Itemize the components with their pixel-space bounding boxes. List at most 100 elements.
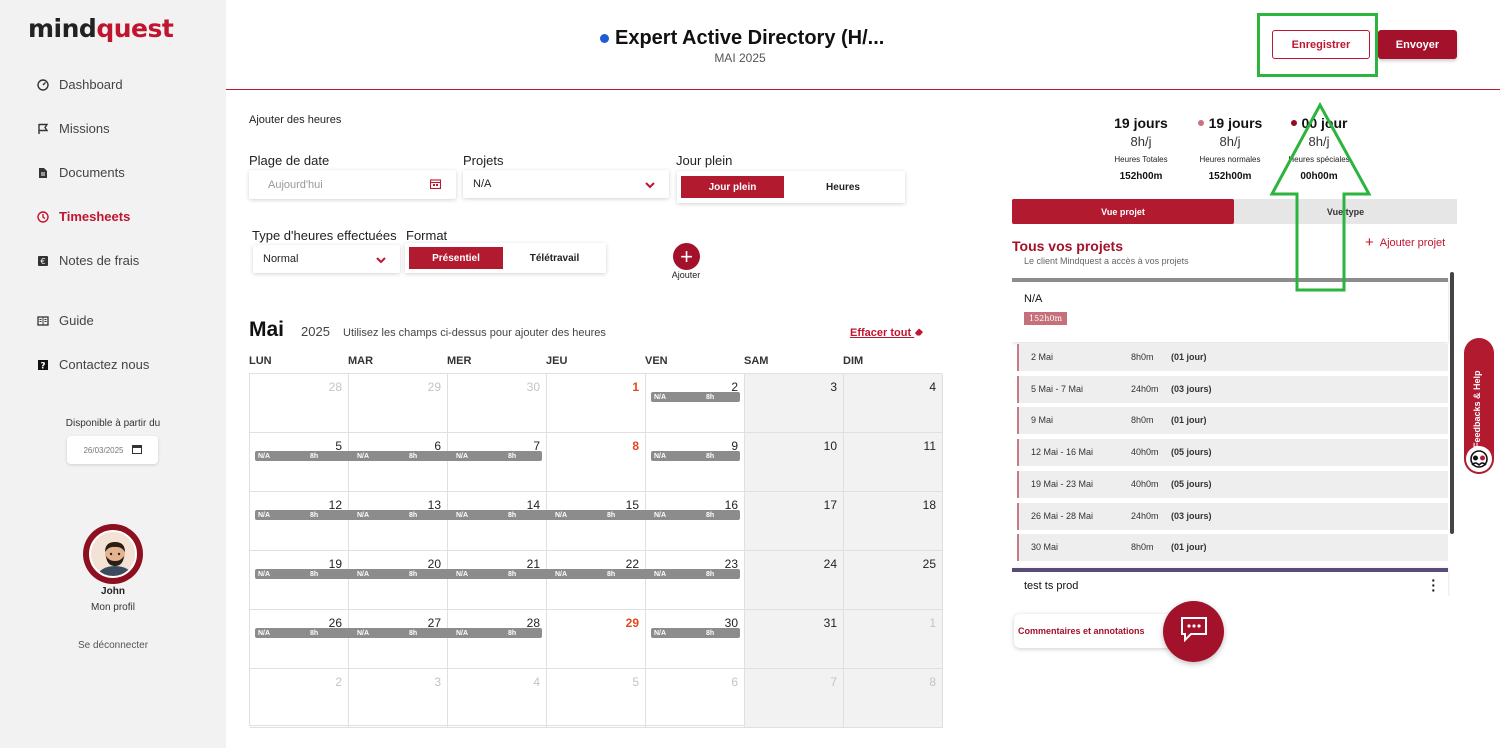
comments-button[interactable]: Commentaires et annotations (1014, 614, 1172, 648)
format-toggle: Présentiel Télétravail (405, 243, 606, 273)
time-entry-bar[interactable]: N/A 8h N/A 8h N/A 8h N/A 8h N/A 8h (255, 569, 740, 579)
eraser-icon (914, 327, 924, 339)
calendar-day-cell[interactable]: 11 (844, 433, 943, 492)
calendar-day-cell[interactable]: 30 (448, 374, 547, 433)
feedback-help-tab[interactable]: Feedbacks & Help (1464, 338, 1494, 474)
calendar-day-cell[interactable]: 31 (745, 610, 844, 669)
period-row[interactable]: 12 Mai - 16 Mai 40h0m (05 jours) (1017, 439, 1448, 467)
entry-project: N/A (258, 511, 271, 519)
time-entry-bar[interactable]: N/A 8h N/A 8h N/A 8h (255, 628, 542, 638)
project-card[interactable]: N/A 152h0m (1012, 278, 1448, 342)
entry-project: N/A (654, 452, 667, 460)
date-range-input[interactable]: Aujourd'hui (249, 170, 456, 199)
view-tabs: Vue projet Vue type (1012, 199, 1457, 224)
sidebar-item-timesheets[interactable]: Timesheets (36, 209, 130, 224)
calendar-day-cell[interactable]: 22 (547, 551, 646, 610)
period-row[interactable]: 19 Mai - 23 Mai 40h0m (05 jours) (1017, 470, 1448, 498)
profile-link[interactable]: Mon profil (0, 602, 226, 613)
entry-project: N/A (258, 629, 271, 637)
calendar-day-cell[interactable]: 24 (745, 551, 844, 610)
clear-all-link[interactable]: Effacer tout (850, 327, 924, 339)
calendar-day-cell[interactable]: 4 (448, 669, 547, 728)
calendar-day-cell[interactable]: 1 (844, 610, 943, 669)
send-button[interactable]: Envoyer (1378, 30, 1457, 59)
calendar-day-cell[interactable]: 3 (745, 374, 844, 433)
calendar-day-cell[interactable]: 21 (448, 551, 547, 610)
hours-type-select[interactable]: Normal (253, 245, 400, 273)
time-entry-bar[interactable]: N/A 8h N/A 8h N/A 8h (255, 451, 542, 461)
time-entry-bar[interactable]: N/A 8h (651, 392, 740, 402)
calendar-day-cell[interactable]: 29 (349, 374, 448, 433)
calendar-day-cell[interactable]: 28 (250, 374, 349, 433)
entry-project: N/A (357, 570, 370, 578)
calendar-day-cell[interactable]: 27 (349, 610, 448, 669)
stat-value: 152h00m (1208, 171, 1252, 182)
sidebar-item-dashboard[interactable]: Dashboard (36, 77, 123, 92)
calendar-day-cell[interactable]: 8 (844, 669, 943, 728)
time-entry-bar[interactable]: N/A 8h (651, 451, 740, 461)
calendar-day-cell[interactable]: 17 (745, 492, 844, 551)
hours-option[interactable]: Heures (788, 176, 898, 198)
calendar-day-cell[interactable]: 8 (547, 433, 646, 492)
calendar-day-cell[interactable]: 19 (250, 551, 349, 610)
calendar-day-cell[interactable]: 28 (448, 610, 547, 669)
calendar-day-cell[interactable]: 5 (250, 433, 349, 492)
full-day-option[interactable]: Jour plein (681, 176, 784, 198)
period-range: 12 Mai - 16 Mai (1031, 447, 1094, 458)
calendar-day-cell[interactable]: 26 (250, 610, 349, 669)
calendar-day-cell[interactable]: 6 (349, 433, 448, 492)
calendar-day-cell[interactable]: 9 (646, 433, 745, 492)
time-entry-bar[interactable]: N/A 8h (651, 628, 740, 638)
day-number: 8 (632, 439, 639, 453)
calendar-day-cell[interactable]: 25 (844, 551, 943, 610)
availability-date-field[interactable]: 26/03/2025 (67, 436, 158, 464)
calendar-day-cell[interactable]: 2 (250, 669, 349, 728)
logout-link[interactable]: Se déconnecter (0, 640, 226, 651)
onsite-option[interactable]: Présentiel (409, 247, 503, 269)
calendar-day-cell[interactable]: 10 (745, 433, 844, 492)
sidebar-item-contact[interactable]: ? Contactez nous (36, 357, 149, 372)
period-range: 9 Mai (1031, 415, 1054, 426)
sidebar-item-guide[interactable]: Guide (36, 313, 94, 328)
calendar-day-cell[interactable]: 15 (547, 492, 646, 551)
calendar-day-cell[interactable]: 20 (349, 551, 448, 610)
sidebar-item-documents[interactable]: Documents (36, 165, 125, 180)
sidebar-item-expenses[interactable]: € Notes de frais (36, 253, 139, 268)
document-icon (36, 166, 49, 179)
calendar-day-cell[interactable]: 7 (745, 669, 844, 728)
period-row[interactable]: 9 Mai 8h0m (01 jour) (1017, 407, 1448, 435)
avatar[interactable] (83, 524, 143, 584)
kebab-menu-icon[interactable]: · · · (1431, 573, 1436, 596)
status-dot (600, 34, 609, 43)
chat-button[interactable] (1163, 601, 1224, 662)
calendar-day-cell[interactable]: 5 (547, 669, 646, 728)
project-list-scrollbar[interactable] (1450, 272, 1454, 534)
calendar-day-cell[interactable]: 30 (646, 610, 745, 669)
projects-select[interactable]: N/A (463, 170, 669, 198)
period-row[interactable]: 5 Mai - 7 Mai 24h0m (03 jours) (1017, 375, 1448, 403)
mindquest-logo[interactable]: mindquest (28, 14, 174, 43)
add-hours-button[interactable]: + (673, 243, 700, 270)
calendar-day-cell[interactable]: 16 (646, 492, 745, 551)
calendar-day-cell[interactable]: 13 (349, 492, 448, 551)
calendar-day-cell[interactable]: 14 (448, 492, 547, 551)
calendar-day-cell[interactable]: 29 (547, 610, 646, 669)
time-entry-bar[interactable]: N/A 8h N/A 8h N/A 8h N/A 8h N/A 8h (255, 510, 740, 520)
sidebar-item-missions[interactable]: Missions (36, 121, 110, 136)
calendar-day-cell[interactable]: 23 (646, 551, 745, 610)
period-row[interactable]: 26 Mai - 28 Mai 24h0m (03 jours) (1017, 502, 1448, 530)
remote-option[interactable]: Télétravail (507, 247, 602, 269)
project-card[interactable]: test ts prod · · · (1012, 568, 1448, 596)
tab-project-view[interactable]: Vue projet (1012, 199, 1234, 224)
add-project-button[interactable]: + Ajouter projet (1365, 234, 1445, 251)
calendar-day-cell[interactable]: 2 (646, 374, 745, 433)
calendar-day-cell[interactable]: 1 (547, 374, 646, 433)
calendar-day-cell[interactable]: 3 (349, 669, 448, 728)
calendar-day-cell[interactable]: 4 (844, 374, 943, 433)
calendar-day-cell[interactable]: 12 (250, 492, 349, 551)
period-row[interactable]: 30 Mai 8h0m (01 jour) (1017, 534, 1448, 562)
calendar-day-cell[interactable]: 7 (448, 433, 547, 492)
calendar-day-cell[interactable]: 18 (844, 492, 943, 551)
calendar-day-cell[interactable]: 6 (646, 669, 745, 728)
period-row[interactable]: 2 Mai 8h0m (01 jour) (1017, 344, 1448, 371)
